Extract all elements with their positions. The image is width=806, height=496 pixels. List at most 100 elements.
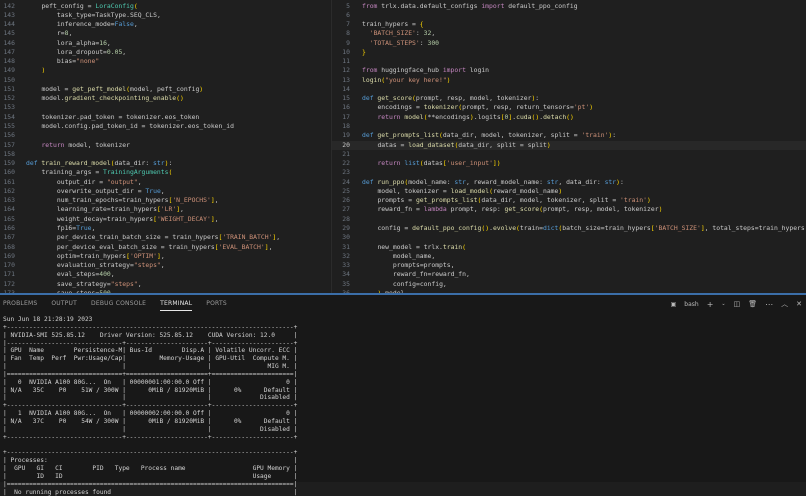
line-number: 6: [346, 10, 350, 19]
code-line[interactable]: 16 encodings = tokenizer(prompt, resp, r…: [332, 103, 806, 112]
terminal-line: +-------------------------------+-------…: [3, 433, 298, 441]
code-line[interactable]: 153: [0, 103, 330, 112]
code-line[interactable]: 24 def run_ppo(model_name: str, reward_mo…: [332, 178, 806, 187]
code-line[interactable]: 17 return model(**encodings).logits[0].c…: [332, 113, 806, 122]
line-number: 31: [342, 242, 350, 251]
code-text: def get_score(prompt, resp, model, token…: [362, 94, 540, 103]
code-line[interactable]: 5 from trlx.data.default_configs import d…: [332, 2, 806, 11]
code-line[interactable]: 27 reward_fn = lambda prompt, resp: get_…: [332, 205, 806, 214]
code-line[interactable]: 169 optim=train_hypers['OPTIM'],: [0, 252, 330, 261]
code-line[interactable]: 147 lora_dropout=0.05,: [0, 48, 330, 57]
code-line[interactable]: 35 config=config,: [332, 280, 806, 289]
more-icon[interactable]: ⋯: [765, 300, 773, 309]
code-line[interactable]: 18: [332, 122, 806, 131]
chevron-down-icon[interactable]: ⌄: [721, 301, 725, 307]
code-line[interactable]: 158: [0, 150, 330, 159]
code-line[interactable]: 31 new_model = trlx.train(: [332, 243, 806, 252]
terminal-line: +---------------------------------------…: [3, 449, 298, 457]
tab-terminal[interactable]: TERMINAL: [160, 300, 193, 311]
code-line[interactable]: 34 reward_fn=reward_fn,: [332, 270, 806, 279]
code-text: return model(**encodings).logits[0].cuda…: [377, 112, 574, 121]
line-number: 17: [342, 112, 350, 121]
code-line[interactable]: 7 train_hypers = {: [332, 20, 806, 29]
code-line[interactable]: 25 model, tokenizer = load_model(reward_…: [332, 187, 806, 196]
code-line[interactable]: 152 model.gradient_checkpointing_enable(…: [0, 94, 330, 103]
code-text: }: [362, 47, 366, 56]
code-line[interactable]: 160 training_args = TrainingArguments(: [0, 168, 330, 177]
code-text: training_args = TrainingArguments(: [41, 168, 173, 177]
code-line[interactable]: 9 'TOTAL_STEPS': 300: [332, 39, 806, 48]
line-number: 150: [3, 75, 15, 84]
code-line[interactable]: 20 datas = load_dataset(data_dir, split …: [332, 141, 806, 150]
code-text: login("your key here!"): [362, 75, 451, 84]
code-line[interactable]: 144 inference_mode=False,: [0, 20, 330, 29]
code-line[interactable]: 23: [332, 168, 806, 177]
code-line[interactable]: 30: [332, 233, 806, 242]
editor-right[interactable]: 5 from trlx.data.default_configs import d…: [331, 0, 806, 294]
code-line[interactable]: 21: [332, 150, 806, 159]
trash-icon[interactable]: 🗑: [748, 300, 757, 308]
code-line[interactable]: 165 weight_decay=train_hypers['WEIGHT_DE…: [0, 215, 330, 224]
code-line[interactable]: 155 model.config.pad_token_id = tokenize…: [0, 122, 330, 131]
code-line[interactable]: 28: [332, 215, 806, 224]
code-line[interactable]: 10}: [332, 48, 806, 57]
code-line[interactable]: 148 bias="none": [0, 57, 330, 66]
shell-select[interactable]: bash: [684, 301, 698, 308]
line-number: 151: [3, 84, 15, 93]
code-line[interactable]: 156: [0, 131, 330, 140]
terminal-line: | 1 NVIDIA A100 80G... On | 00000002:00:…: [3, 410, 298, 418]
code-line[interactable]: 162 overwrite_output_dir = True,: [0, 187, 330, 196]
code-line[interactable]: 172 save_strategy="steps",: [0, 280, 330, 289]
code-line[interactable]: 146 lora_alpha=16,: [0, 39, 330, 48]
code-line[interactable]: 33 prompts=prompts,: [332, 261, 806, 270]
code-line[interactable]: 15 def get_score(prompt, resp, model, tok…: [332, 94, 806, 103]
tab-output[interactable]: OUTPUT: [51, 300, 77, 311]
line-number: 35: [342, 279, 350, 288]
tab-debug-console[interactable]: DEBUG CONSOLE: [91, 300, 146, 311]
code-line[interactable]: 32 model_name,: [332, 252, 806, 261]
code-text: eval_steps=400,: [56, 270, 115, 279]
terminal-output[interactable]: Sun Jun 18 21:28:19 2023 +---------------…: [3, 316, 297, 496]
close-panel-icon[interactable]: ✕: [796, 300, 802, 308]
code-line[interactable]: 168 per_device_eval_batch_size = train_h…: [0, 243, 330, 252]
code-line[interactable]: 150: [0, 76, 330, 85]
line-number: 16: [342, 103, 350, 112]
code-line[interactable]: 170 evaluation_strategy="steps",: [0, 261, 330, 270]
code-line[interactable]: 157 return model, tokenizer: [0, 141, 330, 150]
terminal-line: +-------------------------------+-------…: [3, 402, 298, 410]
code-line[interactable]: 149 ): [0, 66, 330, 75]
code-line[interactable]: 167 per_device_train_batch_size = train_…: [0, 233, 330, 242]
code-line[interactable]: 29 config = default_ppo_config().evolve(…: [332, 224, 806, 233]
code-line[interactable]: 161 output_dir = "output",: [0, 178, 330, 187]
code-line[interactable]: 13 login("your key here!"): [332, 76, 806, 85]
code-line[interactable]: 154 tokenizer.pad_token = tokenizer.eos_…: [0, 113, 330, 122]
code-line[interactable]: 14: [332, 85, 806, 94]
line-number: 165: [3, 214, 15, 223]
code-line[interactable]: 26 prompts = get_prompts_list(data_dir, …: [332, 196, 806, 205]
code-line[interactable]: 164 learning_rate=train_hypers['LR'],: [0, 205, 330, 214]
split-terminal-icon[interactable]: ◫: [734, 300, 741, 308]
code-line[interactable]: 12 from huggingface_hub import login: [332, 66, 806, 75]
editor-left[interactable]: 142 peft_config = LoraConfig(143 task_ty…: [0, 0, 330, 294]
code-line[interactable]: 6: [332, 11, 806, 20]
code-line[interactable]: 163 num_train_epochs=train_hypers['N_EPO…: [0, 196, 330, 205]
line-number: 12: [342, 66, 350, 75]
tab-problems[interactable]: PROBLEMS: [3, 300, 37, 311]
code-line[interactable]: 171 eval_steps=400,: [0, 270, 330, 279]
code-line[interactable]: 143 task_type=TaskType.SEQ_CLS,: [0, 11, 330, 20]
new-terminal-icon[interactable]: +: [707, 300, 714, 309]
code-line[interactable]: 159 def train_reward_model(data_dir: str)…: [0, 159, 330, 168]
code-line[interactable]: 19 def get_prompts_list(data_dir, model, …: [332, 131, 806, 140]
tab-ports[interactable]: PORTS: [206, 300, 227, 311]
code-line[interactable]: 142 peft_config = LoraConfig(: [0, 2, 330, 11]
code-text: lora_dropout=0.05,: [56, 47, 127, 56]
code-line[interactable]: 22 return list(datas['user_input']): [332, 159, 806, 168]
line-number: 15: [342, 94, 350, 103]
code-line[interactable]: 11: [332, 57, 806, 66]
code-line[interactable]: 166 fp16=True,: [0, 224, 330, 233]
code-line[interactable]: 145 r=8,: [0, 29, 330, 38]
code-line[interactable]: 151 model = get_peft_model(model, peft_c…: [0, 85, 330, 94]
line-number: 20: [342, 140, 350, 149]
code-line[interactable]: 8 'BATCH_SIZE': 32,: [332, 29, 806, 38]
maximize-panel-icon[interactable]: ︿: [781, 299, 788, 309]
